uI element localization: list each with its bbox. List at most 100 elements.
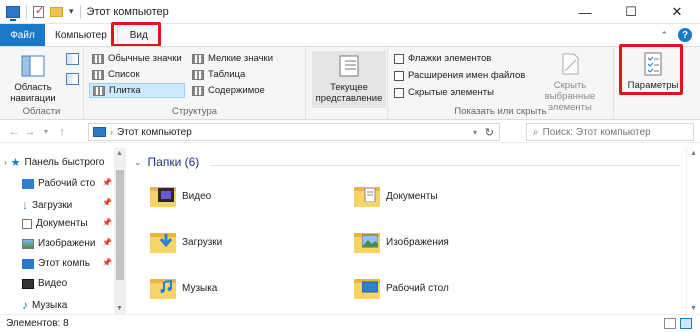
navigation-pane-button[interactable]: Область навигации [4, 53, 62, 104]
ribbon: Область навигации Области Обычные значки… [0, 46, 700, 120]
folder-videos[interactable]: Видео [150, 185, 211, 207]
ribbon-tabs: Файл Компьютер Вид ⌃ ? [0, 24, 700, 46]
view-details[interactable]: Таблица [192, 69, 245, 80]
customize-toolbar-icon[interactable]: ▾ [69, 6, 74, 17]
nav-item-documents[interactable]: Документы 📌 [22, 218, 112, 229]
film-icon [158, 188, 174, 202]
checkbox-file-extensions[interactable] [394, 70, 404, 81]
close-button[interactable]: ✕ [654, 0, 700, 24]
view-tiles[interactable]: Плитка [89, 83, 185, 98]
pin-icon: 📌 [102, 198, 112, 207]
minimize-button[interactable]: — [562, 0, 608, 24]
folder-pictures[interactable]: Изображения [354, 231, 449, 253]
scroll-down-icon[interactable]: ▼ [690, 305, 697, 312]
nav-item-pictures[interactable]: Изображени 📌 [22, 238, 112, 249]
up-icon[interactable]: ↑ [54, 126, 70, 138]
folders-section-header[interactable]: ⌄ Папки (6) [134, 155, 199, 169]
maximize-button[interactable]: ☐ [608, 0, 654, 24]
nav-item-quick-access[interactable]: › ★ Панель быстрого [4, 156, 104, 169]
pin-icon: 📌 [102, 238, 112, 247]
preview-pane-icon[interactable] [66, 53, 79, 65]
section-divider [210, 165, 680, 166]
breadcrumb-chevron-icon[interactable]: › [110, 127, 113, 137]
quick-access-toolbar: ▾ [0, 4, 81, 21]
view-content[interactable]: Содержимое [192, 85, 265, 96]
view-large-icons[interactable]: Обычные значки [92, 53, 182, 64]
list-icon [92, 69, 104, 80]
content-icon [192, 85, 204, 96]
checkbox-hidden-items[interactable] [394, 87, 404, 98]
folder-documents[interactable]: Документы [354, 185, 438, 207]
group-structure: Обычные значки Мелкие значки Список Табл… [84, 47, 306, 119]
window-title: Этот компьютер [86, 5, 169, 18]
search-icon: ⌕ [533, 126, 539, 138]
navigation-pane-icon [21, 55, 45, 77]
view-small-icons[interactable]: Мелкие значки [192, 53, 273, 64]
music-note-icon: ♪ [22, 298, 28, 312]
refresh-icon[interactable]: ↻ [485, 126, 494, 139]
collapse-ribbon-icon[interactable]: ⌃ [660, 30, 668, 41]
details-pane-icon[interactable] [66, 73, 79, 85]
computer-icon[interactable] [6, 5, 20, 21]
nav-item-desktop[interactable]: Рабочий сто 📌 [22, 178, 112, 189]
folder-downloads[interactable]: Загрузки [150, 231, 222, 253]
scroll-up-icon[interactable]: ▲ [116, 150, 123, 157]
address-row: ← → ▾ ↑ › Этот компьютер ▾ ↻ ⌕ Поиск: Эт… [0, 121, 700, 143]
desktop-icon [22, 178, 34, 189]
highlight-box-options [619, 44, 683, 95]
nav-item-downloads[interactable]: ↓ Загрузки 📌 [22, 198, 112, 212]
new-folder-icon[interactable] [50, 6, 63, 17]
document-icon [364, 188, 376, 202]
tab-file[interactable]: Файл [0, 24, 45, 46]
pin-icon: 📌 [102, 258, 112, 267]
nav-item-videos[interactable]: Видео [22, 278, 67, 289]
status-bar: Элементов: 8 [0, 314, 700, 332]
folder-desktop[interactable]: Рабочий стол [354, 277, 449, 299]
view-list[interactable]: Список [92, 69, 140, 80]
collapse-chevron-icon[interactable]: ⌄ [134, 157, 142, 168]
pictures-icon [22, 238, 34, 249]
recent-locations-icon[interactable]: ▾ [38, 127, 54, 136]
help-icon[interactable]: ? [678, 28, 692, 42]
search-input[interactable]: ⌕ Поиск: Этот компьютер [526, 123, 694, 141]
nav-item-music[interactable]: ♪ Музыка [22, 298, 67, 312]
separator [26, 4, 27, 19]
checkbox-item-checkboxes[interactable] [394, 53, 404, 64]
folder-icon [354, 277, 380, 299]
item-count: Элементов: 8 [6, 318, 69, 329]
desktop-icon [362, 281, 378, 293]
details-view-icon[interactable] [664, 318, 676, 329]
folder-icon [150, 277, 176, 299]
tab-computer[interactable]: Компьютер [45, 24, 117, 46]
folder-music[interactable]: Музыка [150, 277, 217, 299]
tiles-view-icon[interactable] [680, 318, 692, 329]
nav-item-this-pc[interactable]: Этот компь 📌 [22, 258, 112, 269]
title-bar: ▾ Этот компьютер — ☐ ✕ [0, 0, 700, 24]
small-icons-icon [192, 53, 204, 64]
folder-icon [150, 231, 176, 253]
pin-icon: 📌 [102, 178, 112, 187]
current-view-button[interactable]: Текущее представление [312, 51, 386, 108]
folder-icon [354, 185, 380, 207]
address-dropdown-icon[interactable]: ▾ [473, 128, 477, 137]
picture-icon [362, 234, 378, 248]
folder-icon [150, 185, 176, 207]
group-panes: Область навигации Области [0, 47, 84, 119]
forward-icon[interactable]: → [22, 126, 38, 138]
scrollbar-thumb[interactable] [116, 170, 124, 280]
scroll-down-icon[interactable]: ▼ [116, 305, 123, 312]
file-extensions-toggle[interactable]: Расширения имен файлов [394, 70, 525, 81]
computer-icon [22, 258, 34, 269]
content-scrollbar[interactable]: ▲ ▼ [686, 148, 700, 314]
scroll-up-icon[interactable]: ▲ [690, 150, 697, 157]
item-checkboxes-toggle[interactable]: Флажки элементов [394, 53, 491, 64]
address-bar[interactable]: › Этот компьютер ▾ ↻ [88, 123, 500, 141]
hidden-items-toggle[interactable]: Скрытые элементы [394, 87, 494, 98]
navigation-pane-scrollbar[interactable]: ▲ ▼ [114, 148, 126, 314]
expand-chevron-icon[interactable]: › [4, 158, 7, 167]
breadcrumb-this-pc[interactable]: Этот компьютер [117, 127, 192, 138]
back-icon[interactable]: ← [6, 126, 22, 138]
properties-icon[interactable] [33, 4, 44, 18]
download-arrow-icon [159, 234, 173, 248]
hide-selected-button[interactable]: Скрыть выбранные элементы [528, 51, 612, 113]
